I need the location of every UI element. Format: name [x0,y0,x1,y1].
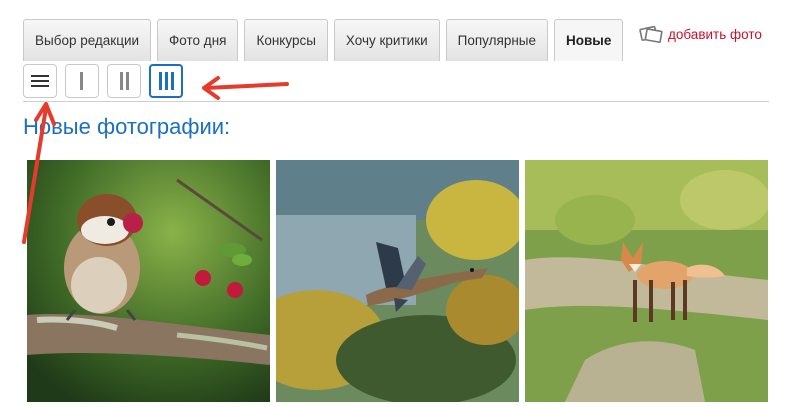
photo-card-duck[interactable] [276,160,519,402]
add-photo-link[interactable]: добавить фото [638,24,762,44]
tab-editors-choice[interactable]: Выбор редакции [23,19,152,61]
three-column-icon [158,72,174,90]
one-column-view-button[interactable] [65,64,99,98]
tab-new[interactable]: Новые [554,19,624,61]
view-mode-switcher [23,64,183,98]
photo-card-fox[interactable] [525,160,768,402]
one-column-icon [80,72,84,90]
two-column-icon [119,72,129,90]
divider [23,101,769,102]
tab-photo-of-day[interactable]: Фото дня [157,19,239,61]
section-title: Новые фотографии: [23,114,231,139]
three-column-view-button[interactable] [149,64,183,98]
add-photo-label: добавить фото [668,26,762,42]
tab-want-critique[interactable]: Хочу критики [333,19,440,61]
list-view-icon [31,74,49,88]
tab-contests[interactable]: Конкурсы [244,19,328,61]
annotation-arrow-horizontal [202,76,289,100]
two-column-view-button[interactable] [107,64,141,98]
list-view-button[interactable] [23,64,57,98]
category-tabs: Выбор редакции Фото дня Конкурсы Хочу кр… [23,19,624,61]
tab-popular[interactable]: Популярные [445,19,548,61]
add-photo-icon [638,24,664,44]
photo-card-sparrow[interactable] [27,160,270,402]
